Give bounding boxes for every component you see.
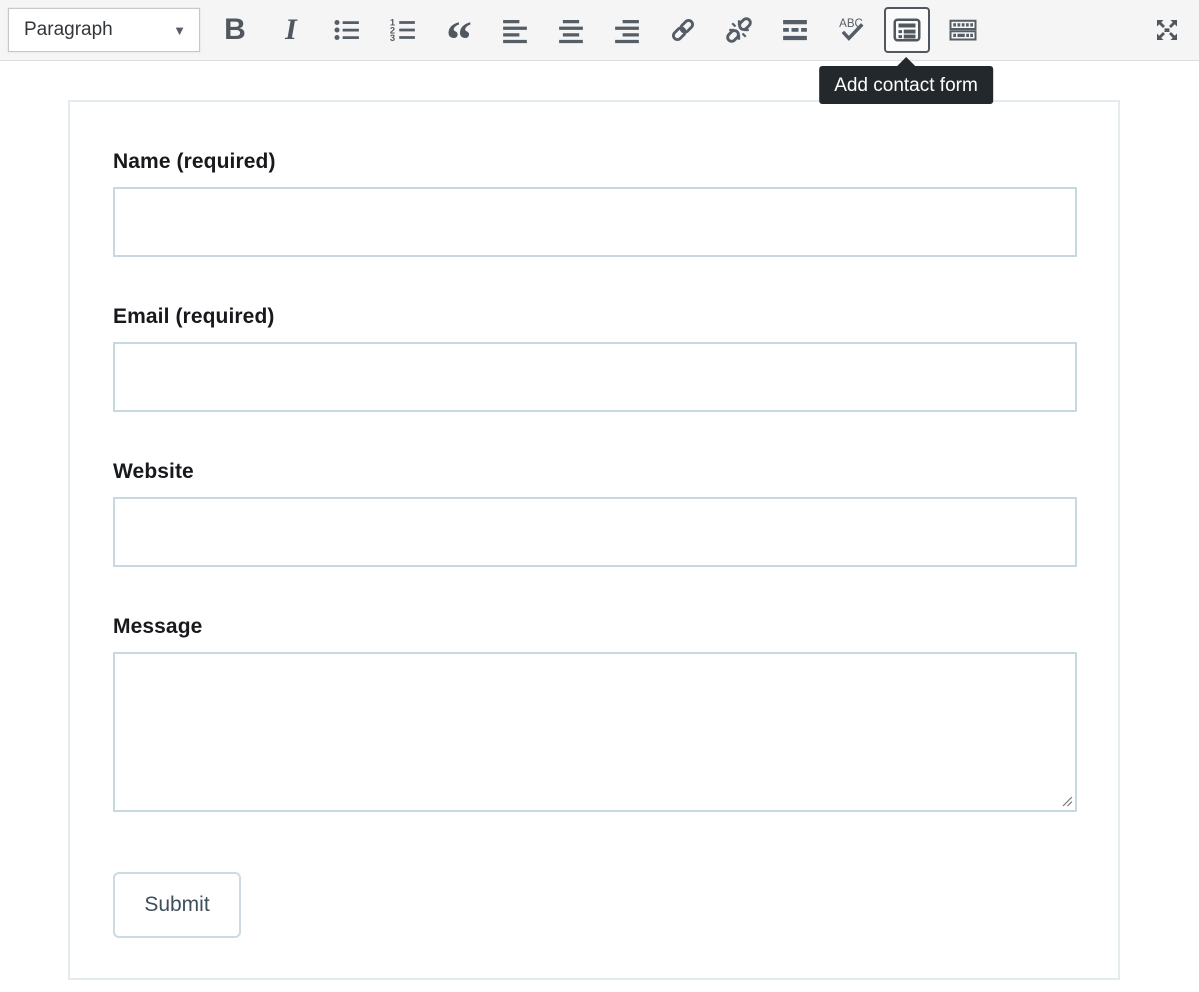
website-field-label: Website [113, 460, 1077, 484]
keyboard-icon [948, 15, 978, 45]
message-field-label: Message [113, 615, 1077, 639]
add-contact-form-button[interactable] [884, 7, 930, 53]
read-more-tag-icon [780, 15, 810, 45]
more-tag-button[interactable] [772, 7, 818, 53]
form-field-name: Name (required) [113, 150, 1077, 257]
email-field-label: Email (required) [113, 305, 1077, 329]
website-input[interactable] [113, 497, 1077, 567]
svg-text:3: 3 [390, 33, 395, 43]
paragraph-dropdown-value: Paragraph [24, 19, 113, 41]
bullet-list-button[interactable] [324, 7, 370, 53]
name-field-label: Name (required) [113, 150, 1077, 174]
align-right-icon [612, 15, 642, 45]
align-right-button[interactable] [604, 7, 650, 53]
toolbar-toggle-button[interactable] [940, 7, 986, 53]
resize-grip-icon[interactable] [1061, 795, 1073, 807]
chevron-down-icon: ▼ [173, 23, 186, 38]
blockquote-icon: “ [446, 15, 472, 53]
paragraph-style-dropdown[interactable]: Paragraph ▼ [8, 8, 200, 52]
align-center-button[interactable] [548, 7, 594, 53]
italic-button[interactable]: I [268, 7, 314, 53]
spellcheck-button[interactable]: ABC [828, 7, 874, 53]
form-field-message: Message [113, 615, 1077, 812]
align-left-icon [500, 15, 530, 45]
name-input[interactable] [113, 187, 1077, 257]
contact-form-preview: Name (required) Email (required) Website… [68, 100, 1120, 980]
add-contact-form-tooltip: Add contact form [819, 66, 993, 104]
blockquote-button[interactable]: “ [436, 7, 482, 53]
bullet-list-icon [332, 15, 362, 45]
numbered-list-button[interactable]: 1 2 3 [380, 7, 426, 53]
bold-icon: B [224, 15, 246, 45]
link-icon [668, 15, 698, 45]
unlink-icon [724, 15, 754, 45]
fullscreen-button[interactable] [1144, 7, 1190, 53]
tooltip-label: Add contact form [834, 75, 978, 96]
submit-button[interactable]: Submit [113, 872, 241, 938]
insert-link-button[interactable] [660, 7, 706, 53]
align-center-icon [556, 15, 586, 45]
form-field-website: Website [113, 460, 1077, 567]
remove-link-button[interactable] [716, 7, 762, 53]
message-textarea[interactable] [113, 652, 1077, 812]
numbered-list-icon: 1 2 3 [388, 15, 418, 45]
editor-toolbar: Paragraph ▼ B I 1 2 3 “ [0, 0, 1199, 61]
fullscreen-icon [1152, 15, 1182, 45]
italic-icon: I [285, 15, 297, 45]
form-field-email: Email (required) [113, 305, 1077, 412]
align-left-button[interactable] [492, 7, 538, 53]
email-input[interactable] [113, 342, 1077, 412]
bold-button[interactable]: B [212, 7, 258, 53]
spellcheck-icon: ABC [836, 15, 866, 45]
contact-form-icon [892, 15, 922, 45]
